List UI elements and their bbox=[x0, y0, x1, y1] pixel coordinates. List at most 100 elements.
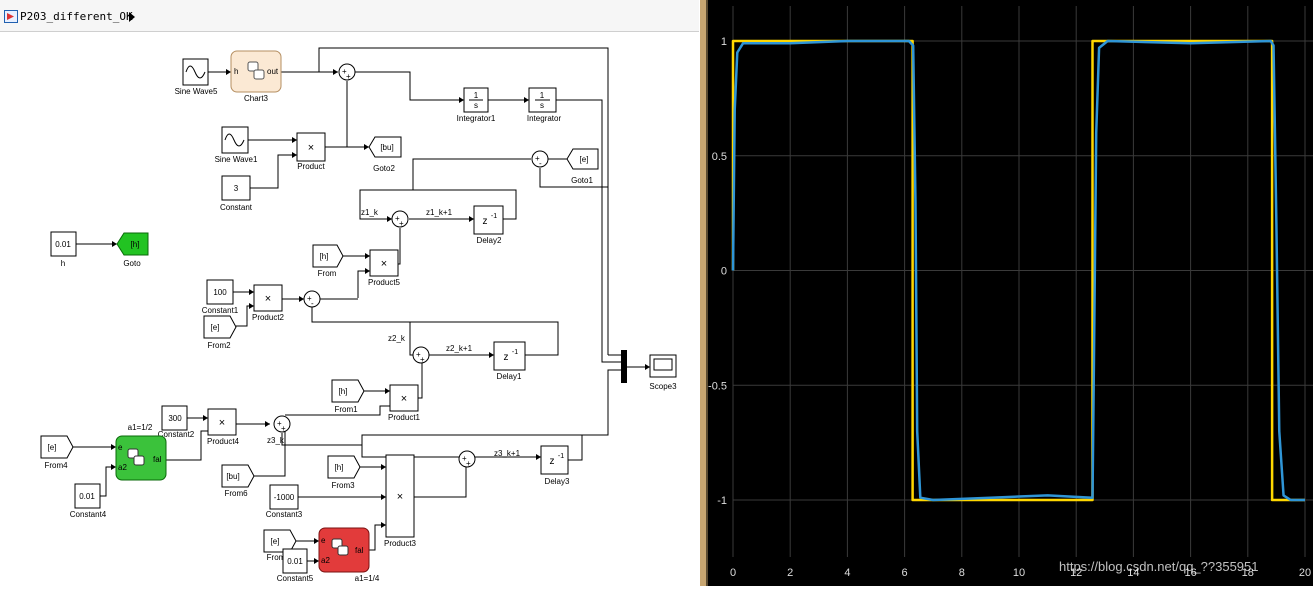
svg-text:-1: -1 bbox=[558, 453, 564, 460]
z1-k-label: z1_k bbox=[361, 208, 379, 217]
svg-text:fal: fal bbox=[153, 455, 162, 464]
breadcrumb-model-name[interactable]: P203_different_OK bbox=[20, 10, 133, 23]
nonlinear-chart-green-block[interactable]: e a2 fal bbox=[115, 435, 167, 481]
delay2-block[interactable]: z -1 Delay2 bbox=[473, 205, 504, 245]
svg-text:Goto1: Goto1 bbox=[571, 176, 593, 185]
scope-plot: 0 2 4 6 8 10 12 14 16 18 20 10.50-0.5-1 https://bl… bbox=[708, 6, 1313, 579]
svg-text:+: + bbox=[281, 424, 286, 433]
from1-block[interactable]: [h] From1 bbox=[331, 379, 365, 414]
svg-text:Product2: Product2 bbox=[252, 313, 285, 322]
mux-block[interactable] bbox=[621, 350, 627, 383]
integrator1-block[interactable]: 1 s Integrator1 bbox=[457, 87, 496, 123]
svg-text:×: × bbox=[308, 142, 314, 154]
delay1-block[interactable]: z -1 Delay1 bbox=[493, 341, 526, 381]
svg-text:Product: Product bbox=[297, 162, 325, 171]
scope3-block[interactable]: Scope3 bbox=[649, 354, 677, 391]
svg-text:[e]: [e] bbox=[48, 443, 57, 452]
svg-text:e: e bbox=[321, 536, 326, 545]
from4-block[interactable]: [e] From4 bbox=[40, 435, 74, 470]
constant2-block[interactable]: 300 Constant2 bbox=[158, 405, 195, 439]
svg-text:Constant5: Constant5 bbox=[277, 574, 314, 583]
h-constant-block[interactable]: 0.01 h bbox=[50, 231, 77, 268]
sum6-block[interactable]: ++ bbox=[273, 415, 291, 433]
chart3-block[interactable]: h out Chart3 bbox=[230, 50, 282, 103]
sum1-block[interactable]: ++ bbox=[338, 63, 356, 81]
svg-text:a2: a2 bbox=[321, 556, 330, 565]
x-tick-label: 0 bbox=[730, 567, 736, 579]
pane-splitter[interactable] bbox=[700, 0, 708, 586]
goto-block[interactable]: [h] Goto bbox=[116, 232, 149, 268]
delay3-block[interactable]: z -1 Delay3 bbox=[540, 445, 570, 486]
svg-text:3: 3 bbox=[234, 184, 239, 193]
svg-text:Goto2: Goto2 bbox=[373, 164, 395, 173]
from-block[interactable]: [h] From bbox=[312, 244, 344, 278]
x-tick-label: 4 bbox=[844, 567, 850, 579]
svg-text:z: z bbox=[504, 352, 509, 363]
svg-text:Product5: Product5 bbox=[368, 278, 401, 287]
y-tick-label: 0 bbox=[721, 266, 727, 278]
svg-text:[h]: [h] bbox=[335, 463, 344, 472]
nonlinear-chart-red-block[interactable]: e a2 fal a1=1/4 bbox=[318, 527, 380, 583]
z1-k1-label: z1_k+1 bbox=[426, 208, 453, 217]
x-tick-label: 10 bbox=[1013, 567, 1025, 579]
sum7-block[interactable]: ++ bbox=[458, 450, 476, 468]
block-diagram-canvas[interactable]: Sine Wave5 h out Chart3 ++ 1 s Integrato… bbox=[0, 31, 700, 586]
goto2-block[interactable]: [bu] Goto2 bbox=[368, 136, 402, 173]
sine-wave5-block[interactable]: Sine Wave5 bbox=[175, 58, 218, 96]
from6-block[interactable]: [bu] From6 bbox=[221, 464, 255, 498]
svg-text:From6: From6 bbox=[224, 489, 248, 498]
product-block[interactable]: × Product bbox=[296, 132, 326, 171]
simulink-editor: P203_different_OK Sine Wave5 h out Chart… bbox=[0, 0, 700, 586]
svg-text:Constant: Constant bbox=[220, 203, 253, 212]
z3-k-label: z3_k bbox=[267, 436, 285, 445]
svg-text:Sine Wave5: Sine Wave5 bbox=[175, 87, 218, 96]
plot-area bbox=[733, 6, 1313, 557]
svg-text:+: + bbox=[420, 355, 425, 364]
svg-text:+: + bbox=[399, 219, 404, 228]
product3-block[interactable]: × Product3 bbox=[384, 454, 417, 548]
constant-block[interactable]: 3 Constant bbox=[220, 175, 253, 212]
svg-text:0.01: 0.01 bbox=[287, 557, 303, 566]
sum4-block[interactable]: +- bbox=[303, 290, 321, 308]
svg-text:z: z bbox=[550, 456, 555, 467]
svg-text:Delay2: Delay2 bbox=[477, 236, 502, 245]
from3-block[interactable]: [h] From3 bbox=[327, 455, 361, 490]
product1-block[interactable]: × Product1 bbox=[388, 384, 421, 422]
from2-block[interactable]: [e] From2 bbox=[203, 315, 237, 350]
svg-text:Product3: Product3 bbox=[384, 539, 417, 548]
svg-text:Product4: Product4 bbox=[207, 437, 240, 446]
svg-text:Scope3: Scope3 bbox=[649, 382, 677, 391]
constant3-block[interactable]: -1000 Constant3 bbox=[266, 484, 303, 519]
x-tick-label: 20 bbox=[1299, 567, 1311, 579]
x-tick-label: 2 bbox=[787, 567, 793, 579]
watermark-text: https://blog.csdn.net/qq_??355951 bbox=[1059, 559, 1259, 574]
svg-text:+: + bbox=[346, 72, 351, 81]
z3-k1-label: z3_k+1 bbox=[494, 449, 521, 458]
integrator-block[interactable]: 1 s Integrator bbox=[527, 87, 562, 123]
sine-wave1-block[interactable]: Sine Wave1 bbox=[215, 126, 258, 164]
svg-text:h: h bbox=[234, 67, 238, 76]
breadcrumb-arrow-icon[interactable] bbox=[129, 12, 135, 22]
svg-text:[e]: [e] bbox=[580, 155, 589, 164]
svg-text:Constant3: Constant3 bbox=[266, 510, 303, 519]
svg-text:s: s bbox=[540, 101, 544, 110]
product4-block[interactable]: × Product4 bbox=[207, 408, 240, 446]
scope-window: 0 2 4 6 8 10 12 14 16 18 20 1 0.5 0 -0.5 -1 https://bl… bbox=[708, 0, 1313, 586]
y-tick-label: 0.5 bbox=[712, 151, 727, 163]
goto1-block[interactable]: [e] Goto1 bbox=[566, 148, 599, 185]
svg-text:From1: From1 bbox=[334, 405, 358, 414]
product2-block[interactable]: × Product2 bbox=[252, 284, 285, 322]
svg-text:Constant4: Constant4 bbox=[70, 510, 107, 519]
product5-block[interactable]: × Product5 bbox=[368, 249, 401, 287]
svg-text:fal: fal bbox=[355, 546, 364, 555]
svg-text:-1: -1 bbox=[512, 349, 518, 356]
sum3-block[interactable]: ++ bbox=[391, 210, 409, 228]
y-tick-labels: 1 0.5 0 -0.5 -1 bbox=[708, 36, 727, 507]
svg-text:Sine Wave1: Sine Wave1 bbox=[215, 155, 258, 164]
svg-text:0.01: 0.01 bbox=[79, 492, 95, 501]
svg-text:e: e bbox=[118, 443, 123, 452]
sum2-block[interactable]: +- bbox=[531, 150, 549, 168]
constant1-block[interactable]: 100 Constant1 bbox=[202, 279, 239, 315]
constant4-block[interactable]: 0.01 Constant4 bbox=[70, 483, 107, 519]
sum5-block[interactable]: ++ bbox=[412, 346, 430, 364]
